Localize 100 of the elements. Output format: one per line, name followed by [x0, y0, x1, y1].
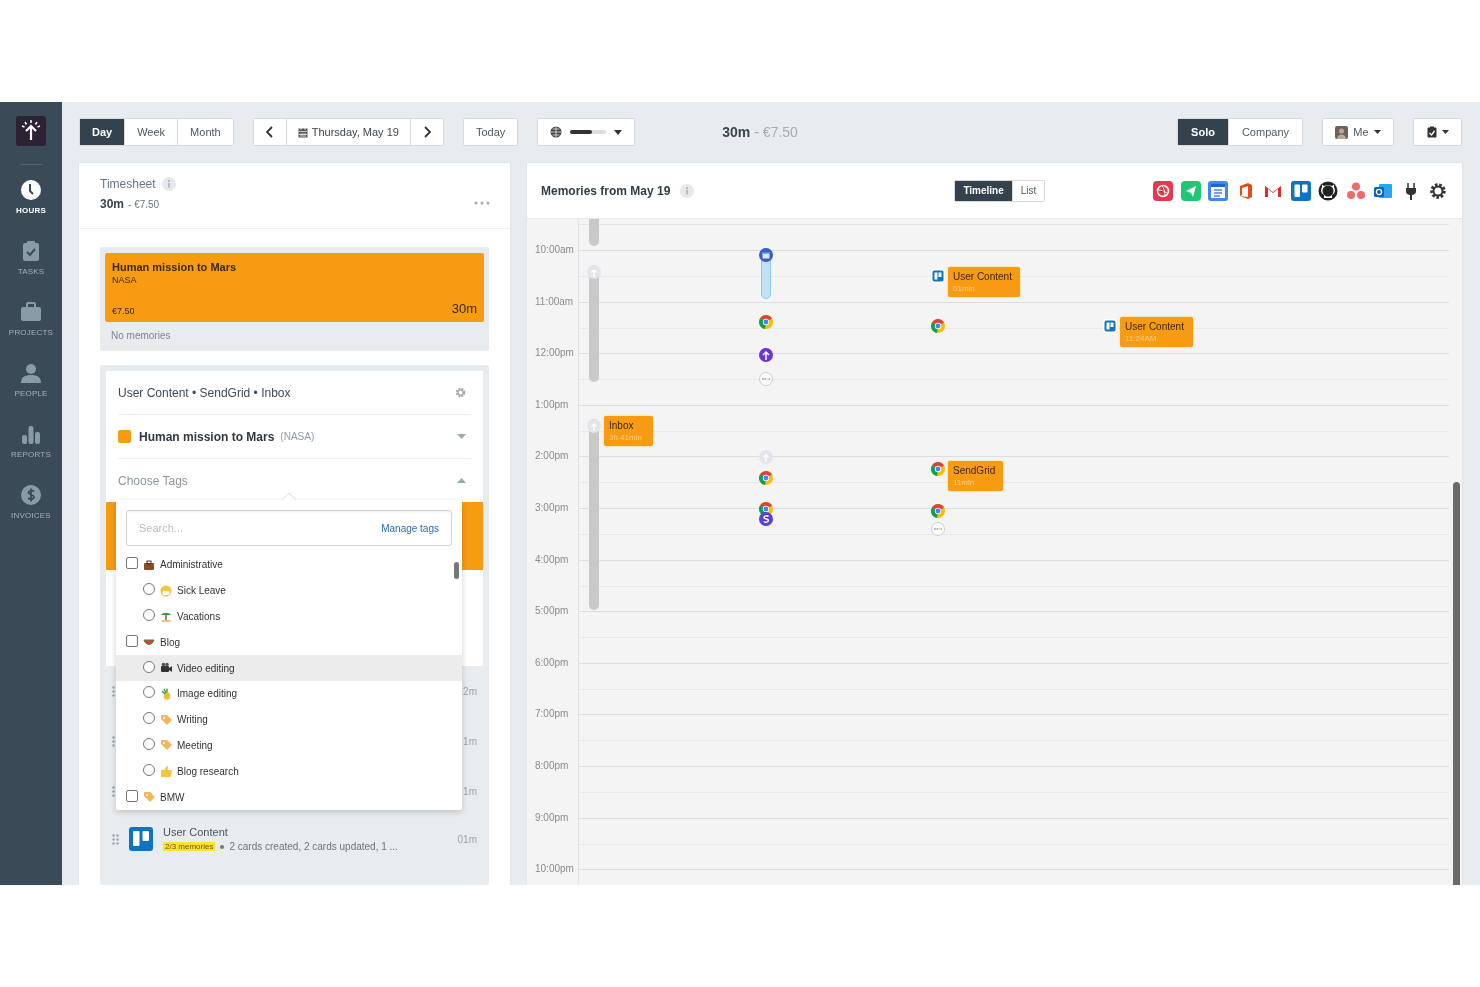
entry-summary: User Content • SendGrid • Inbox: [118, 385, 291, 400]
tag-item[interactable]: Meeting: [116, 732, 462, 759]
send-icon[interactable]: [1180, 180, 1201, 201]
pineapple-icon: [160, 687, 172, 700]
tag-group-item[interactable]: Blog: [116, 629, 462, 656]
card-title: User Content: [1125, 321, 1185, 332]
view-tab[interactable]: Day: [80, 119, 126, 145]
caret-down-icon: [1441, 130, 1449, 134]
time-entry-card[interactable]: Human mission to Mars NASA €7.50 30m: [105, 253, 484, 322]
app-badge-icon[interactable]: [759, 512, 773, 526]
browser-icon[interactable]: [931, 462, 945, 476]
more-icon[interactable]: [474, 200, 490, 205]
memory-card[interactable]: User Content 11:24AM: [1120, 317, 1193, 347]
tag-item[interactable]: Sick Leave: [116, 577, 462, 604]
memory-card[interactable]: SendGrid 11min: [948, 461, 1003, 491]
time-label: 5:00pm: [534, 605, 570, 618]
dollar-icon: [20, 484, 42, 506]
board-icon: [129, 827, 153, 851]
previous-button[interactable]: [253, 119, 287, 145]
view-tab[interactable]: Solo: [1178, 119, 1229, 145]
tag-label: Video editing: [177, 662, 235, 674]
time-label: 2:00pm: [534, 450, 570, 463]
board-icon[interactable]: [1103, 319, 1117, 333]
sidebar-item[interactable]: INVOICES: [11, 484, 51, 545]
view-tab[interactable]: Timeline: [955, 180, 1013, 201]
tag-label: Writing: [177, 714, 208, 726]
three-dots-icon[interactable]: [1345, 180, 1366, 201]
filter-dropdown[interactable]: [537, 118, 636, 146]
sidebar-item[interactable]: REPORTS: [11, 423, 51, 484]
time-label: 1:00pm: [534, 398, 570, 411]
drag-handle-icon[interactable]: [112, 833, 119, 845]
globe-icon: [550, 126, 563, 138]
memory-duration: 1m: [463, 735, 477, 747]
manage-tags-link[interactable]: Manage tags: [381, 522, 439, 534]
radio-button[interactable]: [143, 660, 155, 673]
radio-button[interactable]: [143, 712, 155, 725]
caret-down-icon: [457, 434, 466, 439]
project-color-icon: [118, 430, 131, 443]
settings-icon[interactable]: [1428, 180, 1448, 201]
board-icon[interactable]: [1290, 180, 1311, 201]
memory-card[interactable]: User Content 01min: [948, 267, 1020, 297]
scrollbar-thumb[interactable]: [454, 562, 459, 579]
memory-details: 2 cards created, 2 cards updated, 1 ...: [229, 841, 398, 852]
chevron-right-icon: [422, 126, 431, 138]
radio-button[interactable]: [143, 763, 155, 776]
browser-icon[interactable]: [759, 315, 773, 329]
avatar-icon: [1335, 125, 1349, 139]
radio-button[interactable]: [143, 737, 155, 750]
checkbox[interactable]: [126, 789, 138, 802]
time-label: 7:00pm: [534, 708, 570, 721]
user-menu[interactable]: Me: [1322, 118, 1394, 146]
time-label: 6:00pm: [534, 656, 570, 669]
time-label: 10:00am: [534, 244, 575, 256]
checkbox[interactable]: [126, 557, 138, 570]
tag-label: Image editing: [177, 688, 238, 700]
browser-icon[interactable]: [759, 471, 773, 485]
checkbox[interactable]: [126, 634, 138, 647]
scrollbar-thumb[interactable]: [1453, 482, 1460, 885]
arrow-up-icon[interactable]: [759, 348, 773, 362]
tag-group-item[interactable]: Administrative: [116, 552, 462, 578]
tag-item[interactable]: Video editing: [116, 655, 462, 681]
radio-button[interactable]: [143, 609, 155, 621]
sidebar-item[interactable]: HOURS: [16, 179, 46, 240]
tag-group-item[interactable]: BMW: [116, 784, 462, 810]
tag-item[interactable]: Image editing: [116, 681, 462, 707]
caret-down-icon: [614, 129, 623, 135]
calendar-icon[interactable]: [759, 248, 773, 262]
entry-duration: 30m: [451, 301, 477, 316]
today-button[interactable]: Today: [462, 118, 519, 146]
project-select[interactable]: Human mission to Mars (NASA): [118, 415, 471, 459]
calendar-icon[interactable]: [1208, 180, 1228, 201]
memories-note: No memories: [110, 329, 172, 343]
board-icon[interactable]: [931, 269, 945, 283]
tag-label: Administrative: [160, 559, 223, 571]
card-title: Inbox: [609, 420, 635, 431]
card-title: SendGrid: [953, 465, 997, 476]
sidebar-item[interactable]: PROJECTS: [8, 301, 54, 362]
clipboard-icon: [20, 240, 42, 262]
memory-card[interactable]: Inbox 3h 41min: [604, 416, 653, 446]
browser-icon[interactable]: [931, 504, 945, 518]
thumbs-up-icon: [160, 765, 172, 778]
clipboard-menu[interactable]: [1413, 118, 1462, 146]
logo-icon[interactable]: [16, 116, 46, 146]
person-icon: [20, 362, 42, 384]
card-subtitle: 3h 41min: [609, 433, 643, 442]
radio-button[interactable]: [143, 583, 155, 596]
entry-amount: €7.50: [112, 306, 135, 316]
camera-icon: [160, 662, 172, 675]
radio-button[interactable]: [143, 686, 155, 699]
browser-icon[interactable]: [931, 319, 945, 333]
clock-icon: [20, 179, 42, 201]
tag-item[interactable]: Writing: [116, 706, 462, 733]
tag-icon: [160, 713, 172, 726]
search-field[interactable]: Search... Manage tags: [126, 510, 452, 546]
sidebar-item[interactable]: TASKS: [17, 240, 45, 301]
sidebar-item[interactable]: PEOPLE: [14, 362, 48, 423]
calendar-icon: [297, 126, 308, 138]
tag-item[interactable]: Vacations: [116, 603, 462, 630]
bullet-icon: [220, 844, 225, 849]
tag-item[interactable]: Blog research: [116, 758, 462, 785]
